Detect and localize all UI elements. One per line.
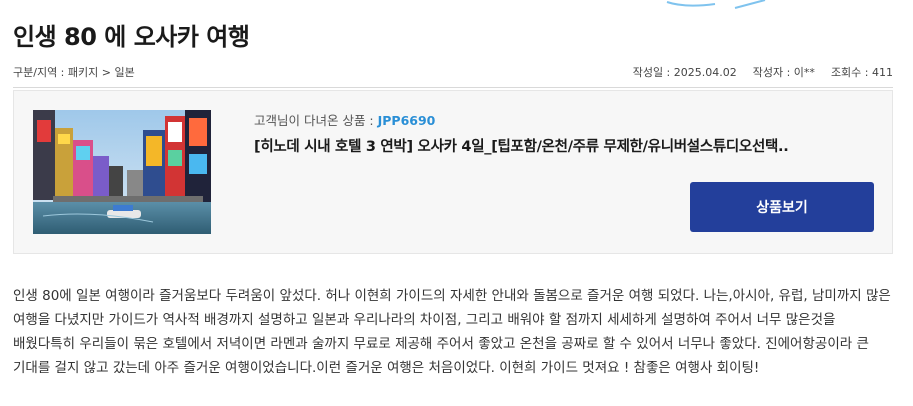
- decorative-shape: [666, 0, 766, 9]
- view-count: 조회수 : 411: [830, 66, 893, 79]
- product-card: 고객님이 다녀온 상품 : JPP6690 [히노데 시내 호텔 3 연박] 오…: [13, 90, 893, 254]
- view-product-button[interactable]: 상품보기: [690, 182, 874, 232]
- visited-product-label: 고객님이 다녀온 상품 : JPP6690: [254, 110, 435, 129]
- page-title: 인생 80 에 오사카 여행: [13, 23, 250, 51]
- product-name[interactable]: [히노데 시내 호텔 3 연박] 오사카 4일_[팁포함/온천/주류 무제한/유…: [254, 135, 789, 156]
- meta-row: 구분/지역 : 패키지 > 일본 작성일 : 2025.04.02 작성자 : …: [13, 64, 893, 80]
- review-body: 인생 80에 일본 여행이라 즐거움보다 두려움이 앞섰다. 허나 이현희 가이…: [13, 288, 891, 376]
- divider: [13, 87, 893, 88]
- meta-info: 작성일 : 2025.04.02 작성자 : 이** 조회수 : 411: [633, 64, 893, 80]
- product-code[interactable]: JPP6690: [378, 113, 436, 128]
- product-thumbnail[interactable]: [33, 110, 211, 234]
- visited-label-text: 고객님이 다녀온 상품 :: [254, 113, 378, 128]
- osaka-dotonbori-photo: [33, 110, 211, 234]
- post-date: 작성일 : 2025.04.02: [632, 66, 737, 79]
- category-path: 구분/지역 : 패키지 > 일본: [13, 66, 135, 79]
- post-author: 작성자 : 이**: [752, 66, 815, 79]
